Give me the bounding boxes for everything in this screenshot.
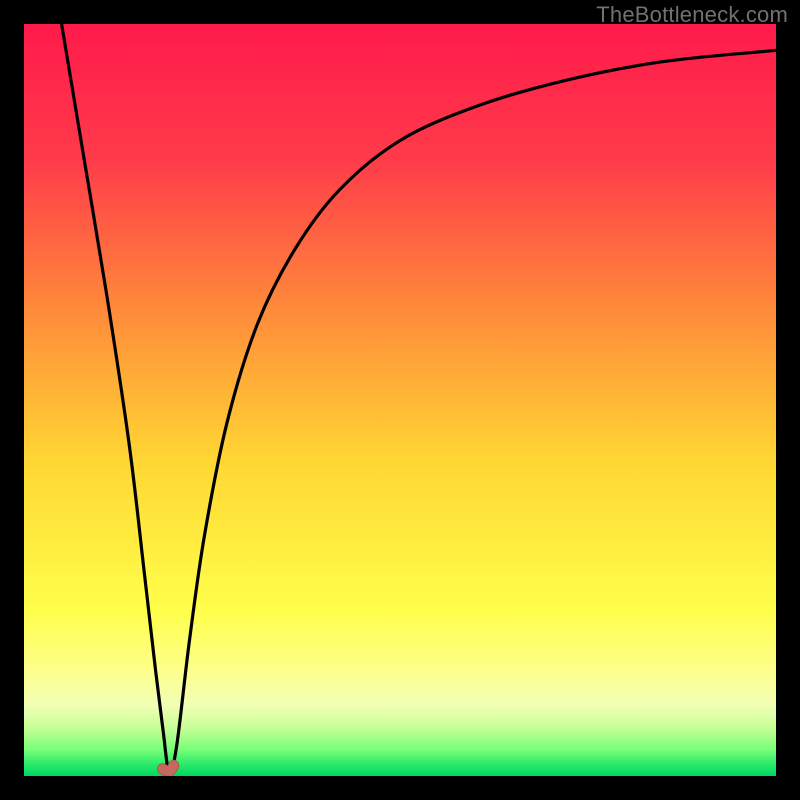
plot-area (24, 24, 776, 776)
curve-layer (24, 24, 776, 776)
bottleneck-curve (62, 24, 776, 773)
watermark-text: TheBottleneck.com (596, 2, 788, 28)
chart-frame: TheBottleneck.com (0, 0, 800, 800)
